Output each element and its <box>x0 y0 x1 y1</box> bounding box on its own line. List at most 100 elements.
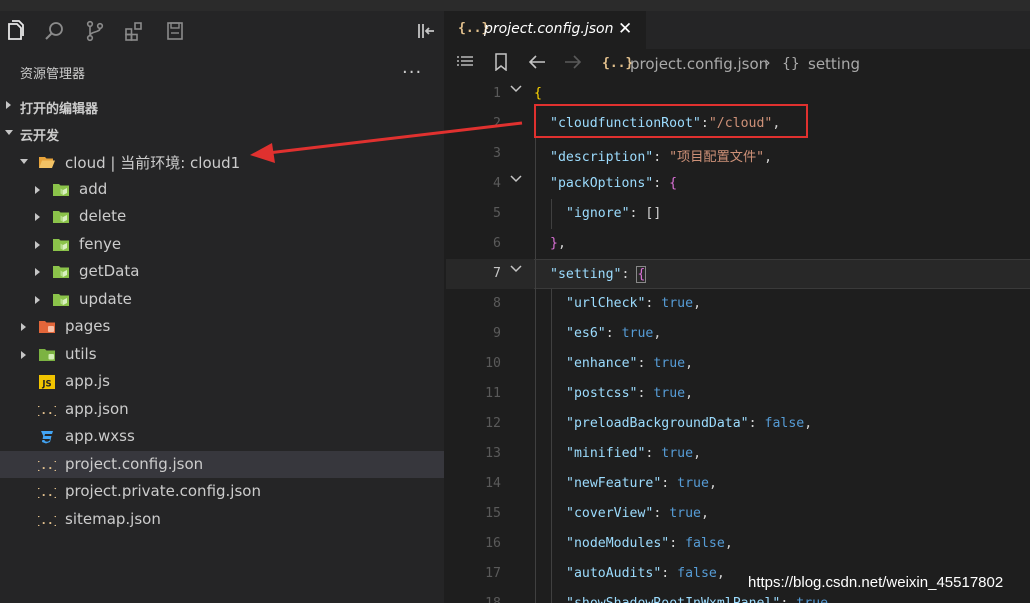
arrow-left-icon[interactable] <box>528 53 546 75</box>
fold-chevron-icon[interactable] <box>510 83 522 95</box>
code-line[interactable]: 11 "postcss": true, <box>446 379 1030 409</box>
code-token: true <box>653 386 686 401</box>
code-area[interactable]: 1{2 "cloudfunctionRoot":"/cloud", 3 "descri… <box>446 79 1030 603</box>
code-token: true <box>653 356 686 371</box>
code-token: { <box>669 176 678 191</box>
code-line[interactable]: 3 "description": "项目配置文件", <box>446 139 1030 169</box>
collapse-panel-icon[interactable] <box>414 19 438 43</box>
tree-item[interactable]: {..} sitemap.json <box>0 506 444 533</box>
code-token: : <box>621 267 638 282</box>
code-token: false <box>764 416 805 431</box>
code-line[interactable]: 9 "es6": true, <box>446 319 1030 349</box>
code-token: , <box>764 150 773 165</box>
section-cloud-dev[interactable]: 云开发 <box>0 120 444 146</box>
section-label: 云开发 <box>20 129 60 144</box>
line-number: 7 <box>493 266 501 281</box>
tree-item[interactable]: delete <box>0 203 444 230</box>
code-token: : <box>780 596 796 603</box>
sidebar: 资源管理器 ... 打开的编辑器 云开发 cloud | 当前环境: cloud… <box>0 11 444 603</box>
tree-item-label: getData <box>79 262 140 280</box>
code-line[interactable]: 6}, <box>446 229 1030 259</box>
code-token: , <box>685 356 694 371</box>
line-number: 2 <box>493 116 501 131</box>
tree-item[interactable]: {..} project.config.json <box>0 450 444 478</box>
tree-item[interactable]: getData <box>0 258 444 285</box>
indent-guide <box>551 319 552 349</box>
storage-icon[interactable] <box>163 19 187 43</box>
bookmark-icon[interactable] <box>494 53 508 75</box>
code-token: : <box>653 150 670 165</box>
tree-item[interactable]: add <box>0 176 444 203</box>
svg-text:{..}: {..} <box>38 514 56 527</box>
indent-guide <box>535 289 536 319</box>
code-token: : <box>645 296 662 311</box>
tree-item[interactable]: JS app.js <box>0 368 444 395</box>
list-icon[interactable] <box>456 53 474 75</box>
indent-guide <box>535 379 536 409</box>
more-actions-button[interactable]: ... <box>402 57 422 78</box>
code-token: true <box>677 476 709 491</box>
tab-project-config[interactable]: {..} project.config.json ✕ <box>446 11 646 49</box>
code-line[interactable]: 8 "urlCheck": true, <box>446 289 1030 319</box>
symbol-braces-icon: {} <box>782 56 800 72</box>
indent-guide <box>535 469 536 499</box>
code-token: true <box>796 596 828 603</box>
code-token: true <box>661 296 694 311</box>
indent-guide <box>551 499 552 529</box>
source-control-icon[interactable] <box>83 19 107 43</box>
chevron-right-icon <box>35 240 40 249</box>
code-token: , <box>716 566 725 581</box>
code-line[interactable]: 5 "ignore": [] <box>446 199 1030 229</box>
line-number: 5 <box>493 206 501 221</box>
indent-guide <box>535 260 536 290</box>
close-icon[interactable]: ✕ <box>618 19 632 39</box>
code-line[interactable]: 15 "coverView": true, <box>446 499 1030 529</box>
tree-item[interactable]: app.wxss <box>0 423 444 450</box>
code-line[interactable]: 7 "setting": { <box>446 259 1030 290</box>
tree-item[interactable]: cloud | 当前环境: cloud1 <box>0 148 444 175</box>
chevron-right-icon <box>35 295 40 304</box>
code-line[interactable]: 12 "preloadBackgroundData": false, <box>446 409 1030 439</box>
chevron-right-icon <box>35 185 40 194</box>
line-number: 13 <box>485 446 501 461</box>
indent-guide <box>535 529 536 559</box>
code-token: , <box>653 326 662 341</box>
tree-item[interactable]: {..} app.json <box>0 396 444 423</box>
code-line[interactable]: 13 "minified": true, <box>446 439 1030 469</box>
extensions-icon[interactable] <box>123 19 147 43</box>
tree-item[interactable]: pages <box>0 313 444 340</box>
code-token: "coverView" <box>566 506 654 521</box>
breadcrumb-file[interactable]: project.config.json <box>630 55 768 73</box>
search-icon[interactable] <box>43 19 67 43</box>
line-number: 3 <box>493 146 501 161</box>
js-file-icon: JS <box>38 373 56 391</box>
indent-guide <box>551 199 552 229</box>
code-line[interactable]: 14 "newFeature": true, <box>446 469 1030 499</box>
json-file-icon: {..} <box>34 401 61 419</box>
annotation-highlight-box <box>534 104 808 138</box>
watermark: https://blog.csdn.net/weixin_45517802 <box>748 574 1004 591</box>
tree-item[interactable]: fenye <box>0 231 444 258</box>
section-open-editors[interactable]: 打开的编辑器 <box>0 93 444 119</box>
chevron-right-icon <box>35 268 40 276</box>
chevron-right-icon <box>21 350 26 359</box>
code-line[interactable]: 16 "nodeModules": false, <box>446 529 1030 559</box>
tree-item[interactable]: update <box>0 286 444 313</box>
breadcrumb-symbol[interactable]: setting <box>808 55 860 73</box>
fold-chevron-icon[interactable] <box>510 173 522 185</box>
code-line[interactable]: 18 "showShadowRootInWxmlPanel": true <box>446 589 1030 603</box>
explorer-title: 资源管理器 <box>20 67 86 82</box>
code-line[interactable]: 10 "enhance": true, <box>446 349 1030 379</box>
code-line[interactable]: 4 "packOptions": { <box>446 169 1030 199</box>
fold-chevron-icon[interactable] <box>510 263 522 275</box>
tree-item[interactable]: {..} project.private.config.json <box>0 478 444 505</box>
files-icon[interactable] <box>3 19 27 43</box>
line-number: 15 <box>485 506 501 521</box>
code-token: "showShadowRootInWxmlPanel" <box>566 596 780 603</box>
tree-item[interactable]: utils <box>0 341 444 368</box>
arrow-right-icon[interactable] <box>564 53 582 75</box>
line-number: 17 <box>485 566 501 581</box>
chevron-right-icon <box>6 101 11 109</box>
json-file-icon: {..} <box>602 56 634 71</box>
tab-label: project.config.json <box>484 21 614 37</box>
